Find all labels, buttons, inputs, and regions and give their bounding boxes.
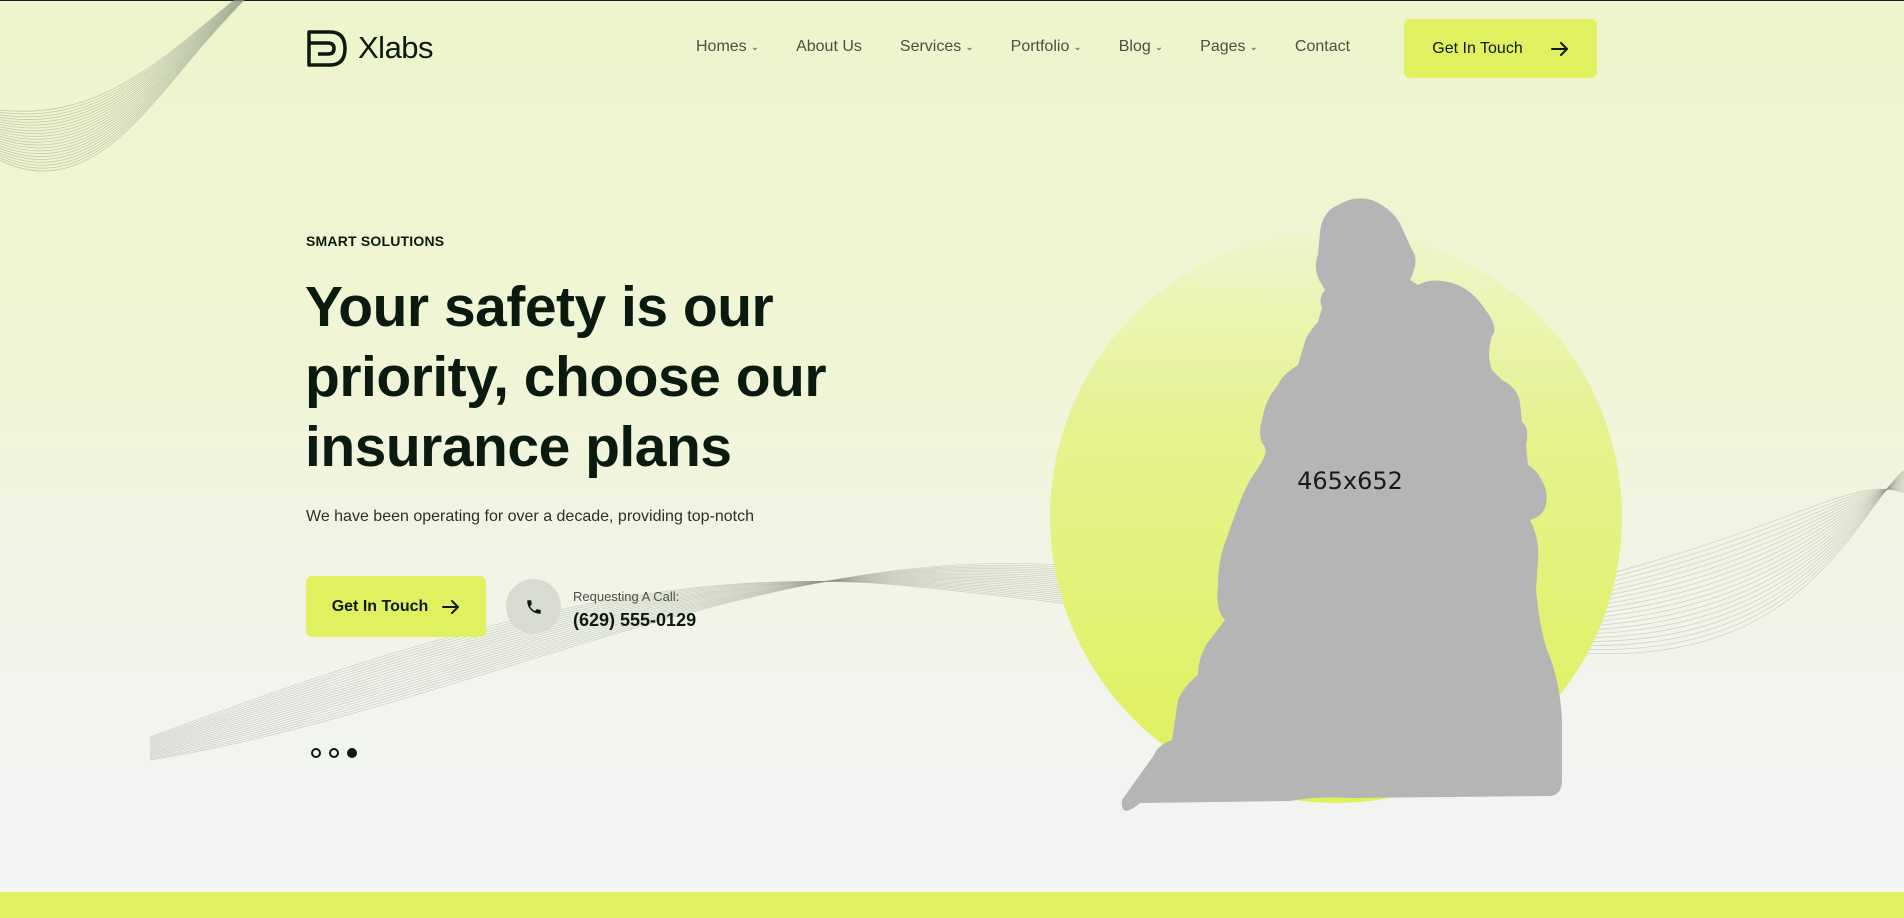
- nav-item-label: About Us: [796, 38, 862, 55]
- hero-get-in-touch-button[interactable]: Get In Touch: [306, 576, 486, 637]
- nav-item-homes[interactable]: Homes ⌄: [696, 38, 759, 56]
- header-cta-label: Get In Touch: [1432, 39, 1523, 57]
- chevron-down-icon: ⌄: [750, 41, 760, 53]
- nav-item-label: Services: [899, 38, 962, 55]
- nav-item-label: Contact: [1294, 38, 1351, 55]
- chevron-down-icon: ⌄: [965, 41, 974, 53]
- hero-image: 465x652: [1050, 198, 1622, 811]
- nav-item-blog[interactable]: Blog ⌄: [1119, 38, 1163, 56]
- brand-name: Xlabs: [358, 30, 434, 65]
- slider-pagination: [311, 748, 357, 758]
- hero-subtext: We have been operating for over a decade…: [306, 508, 754, 525]
- hero-headline: Your safety is our priority, choose our …: [305, 275, 827, 479]
- top-border: [0, 0, 1904, 1]
- chevron-down-icon: ⌄: [1154, 41, 1164, 53]
- call-number[interactable]: (629) 555-0129: [573, 610, 696, 631]
- arrow-right-icon: [1550, 41, 1568, 56]
- brand-logo[interactable]: Xlabs: [306, 27, 434, 69]
- nav-item-label: Homes: [696, 38, 747, 55]
- chevron-down-icon: ⌄: [1073, 41, 1082, 53]
- nav-item-contact[interactable]: Contact: [1295, 38, 1350, 56]
- nav-item-pages[interactable]: Pages ⌄: [1200, 38, 1258, 56]
- slider-dot[interactable]: [311, 748, 321, 758]
- nav-item-label: Portfolio: [1010, 38, 1070, 55]
- slider-dot[interactable]: [329, 748, 339, 758]
- xlabs-logo-icon: [307, 30, 347, 67]
- phone-icon: [526, 599, 541, 614]
- arrow-right-icon: [442, 599, 460, 614]
- nav-item-about-us[interactable]: About Us: [796, 38, 862, 56]
- slider-dot-active[interactable]: [347, 748, 357, 758]
- call-button[interactable]: [506, 579, 561, 634]
- hero-cta-label: Get In Touch: [331, 597, 429, 615]
- bottom-accent-band: [0, 892, 1904, 918]
- main-nav: Homes ⌄ About Us Services ⌄ Portfolio ⌄ Blo…: [696, 38, 1350, 56]
- nav-item-portfolio[interactable]: Portfolio ⌄: [1011, 38, 1082, 56]
- nav-item-label: Pages: [1200, 38, 1246, 55]
- chevron-down-icon: ⌄: [1249, 41, 1258, 53]
- header-get-in-touch-button[interactable]: Get In Touch: [1404, 19, 1597, 78]
- nav-item-services[interactable]: Services ⌄: [900, 38, 974, 56]
- hero-eyebrow: SMART SOLUTIONS: [306, 233, 445, 249]
- call-label: Requesting A Call:: [573, 589, 680, 604]
- nav-item-label: Blog: [1118, 38, 1151, 55]
- image-placeholder-label: 465x652: [1297, 467, 1403, 495]
